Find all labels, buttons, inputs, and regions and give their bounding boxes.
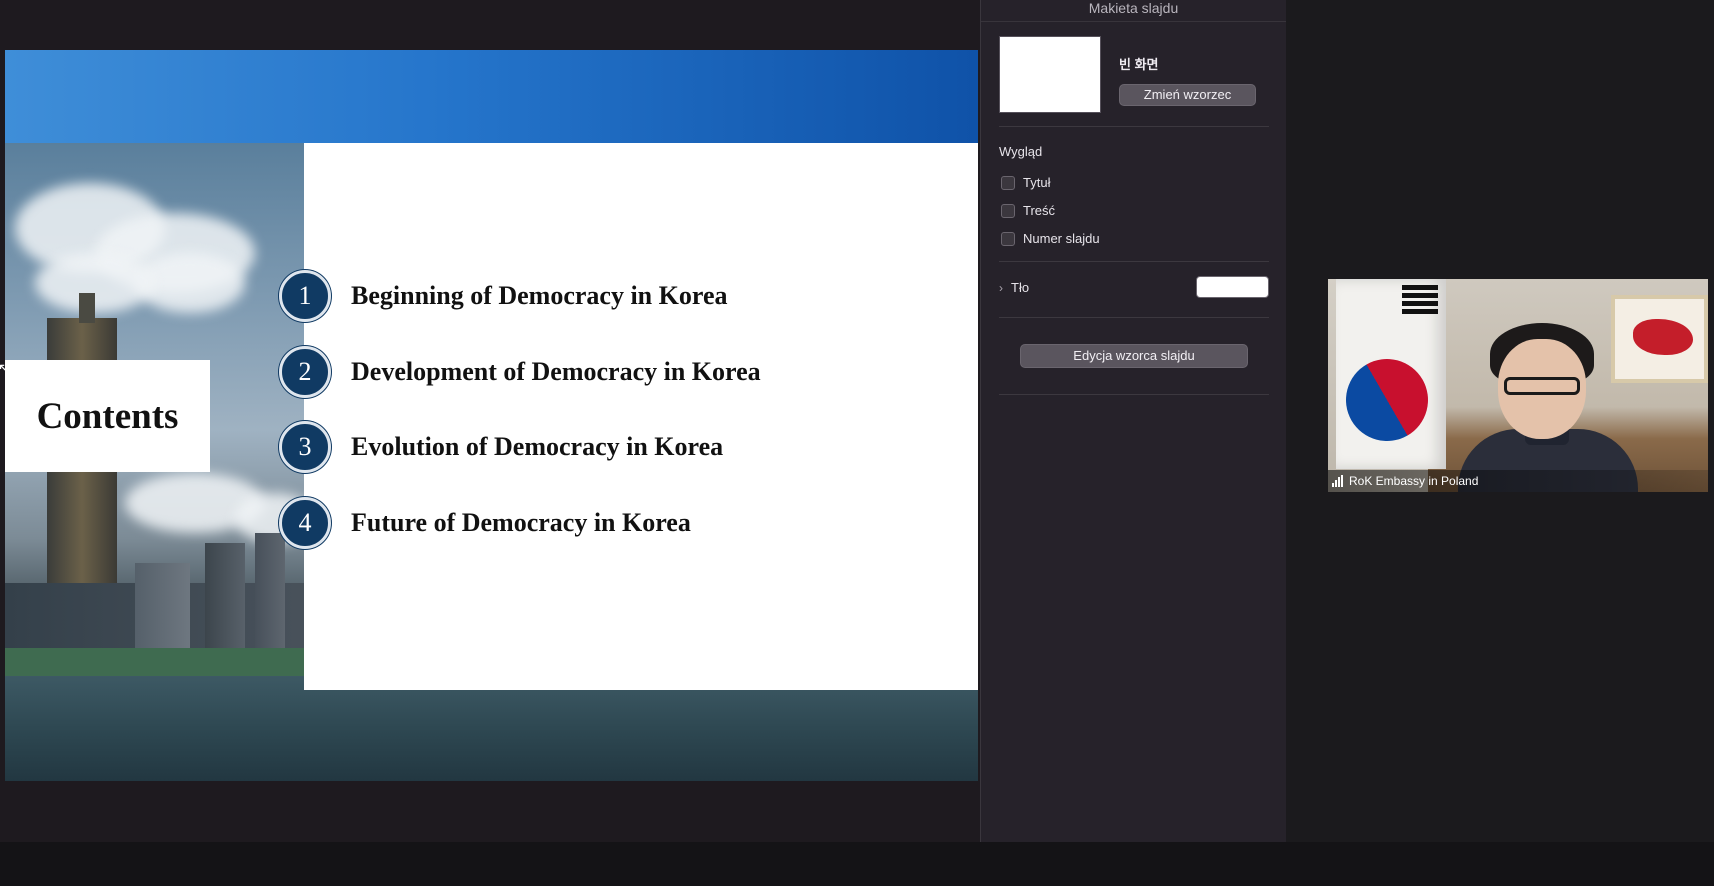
agenda-number-badge: 4 xyxy=(279,497,331,549)
agenda-item-text: Development of Democracy in Korea xyxy=(351,357,761,386)
agenda-item-text: Evolution of Democracy in Korea xyxy=(351,432,724,461)
glasses-icon xyxy=(1504,377,1580,395)
slide-banner xyxy=(5,50,978,143)
participant-name: RoK Embassy in Poland xyxy=(1349,474,1479,488)
body-checkbox[interactable] xyxy=(1001,203,1015,218)
slide-number-checkbox[interactable] xyxy=(1001,231,1015,246)
participant-video-tile[interactable]: RoK Embassy in Poland xyxy=(1328,279,1708,492)
panel-title: Makieta slajdu xyxy=(981,0,1286,22)
checkbox-label: Tytuł xyxy=(1023,175,1051,190)
app-window: Contents 1 Beginning of Democracy in Kor… xyxy=(0,0,1714,886)
agenda-item[interactable]: 1 Beginning of Democracy in Korea xyxy=(279,269,727,323)
checkbox-slide-number-row[interactable]: Numer slajdu xyxy=(1001,231,1100,246)
agenda-number-badge: 1 xyxy=(279,270,331,322)
mouse-cursor-icon: ↖ xyxy=(0,360,10,376)
agenda-number-badge: 2 xyxy=(279,346,331,398)
layout-thumbnail[interactable] xyxy=(999,36,1101,113)
agenda-item[interactable]: 2 Development of Democracy in Korea xyxy=(279,345,761,399)
background-color-well[interactable] xyxy=(1196,276,1269,298)
participant-name-label: RoK Embassy in Poland xyxy=(1328,470,1708,492)
divider xyxy=(999,394,1269,395)
slide-layout-panel: Makieta slajdu 빈 화면 Zmień wzorzec Wygląd… xyxy=(980,0,1286,842)
bottom-bar xyxy=(0,842,1714,886)
change-master-button[interactable]: Zmień wzorzec xyxy=(1119,84,1256,106)
background-row[interactable]: › Tło xyxy=(999,276,1269,298)
river-water xyxy=(5,676,978,781)
title-checkbox[interactable] xyxy=(1001,175,1015,190)
background-label: Tło xyxy=(1011,280,1030,295)
agenda-item[interactable]: 4 Future of Democracy in Korea xyxy=(279,496,691,550)
taegeuk-symbol xyxy=(1330,343,1444,457)
agenda-item[interactable]: 3 Evolution of Democracy in Korea xyxy=(279,420,723,474)
presentation-stage: Contents 1 Beginning of Democracy in Kor… xyxy=(0,0,980,842)
checkbox-label: Treść xyxy=(1023,203,1056,218)
divider xyxy=(999,261,1269,262)
contents-title-box[interactable]: Contents xyxy=(5,360,210,472)
divider xyxy=(999,126,1269,127)
slide-canvas[interactable]: Contents 1 Beginning of Democracy in Kor… xyxy=(5,50,978,781)
divider xyxy=(999,317,1269,318)
agenda-number-badge: 3 xyxy=(279,421,331,473)
edit-slide-master-button[interactable]: Edycja wzorca slajdu xyxy=(1020,344,1248,368)
chevron-right-icon[interactable]: › xyxy=(999,281,1003,295)
contents-title: Contents xyxy=(36,395,179,437)
slide-content-area xyxy=(304,143,978,690)
checkbox-title-row[interactable]: Tytuł xyxy=(1001,175,1050,190)
checkbox-body-row[interactable]: Treść xyxy=(1001,203,1055,218)
appearance-label: Wygląd xyxy=(999,144,1043,159)
agenda-item-text: Future of Democracy in Korea xyxy=(351,508,691,537)
agenda-item-text: Beginning of Democracy in Korea xyxy=(351,281,728,310)
korean-flag-image xyxy=(1330,279,1446,469)
wall-painting-image xyxy=(1611,295,1708,383)
layout-name: 빈 화면 xyxy=(1119,57,1159,72)
signal-strength-icon xyxy=(1332,475,1344,487)
checkbox-label: Numer slajdu xyxy=(1023,231,1100,246)
